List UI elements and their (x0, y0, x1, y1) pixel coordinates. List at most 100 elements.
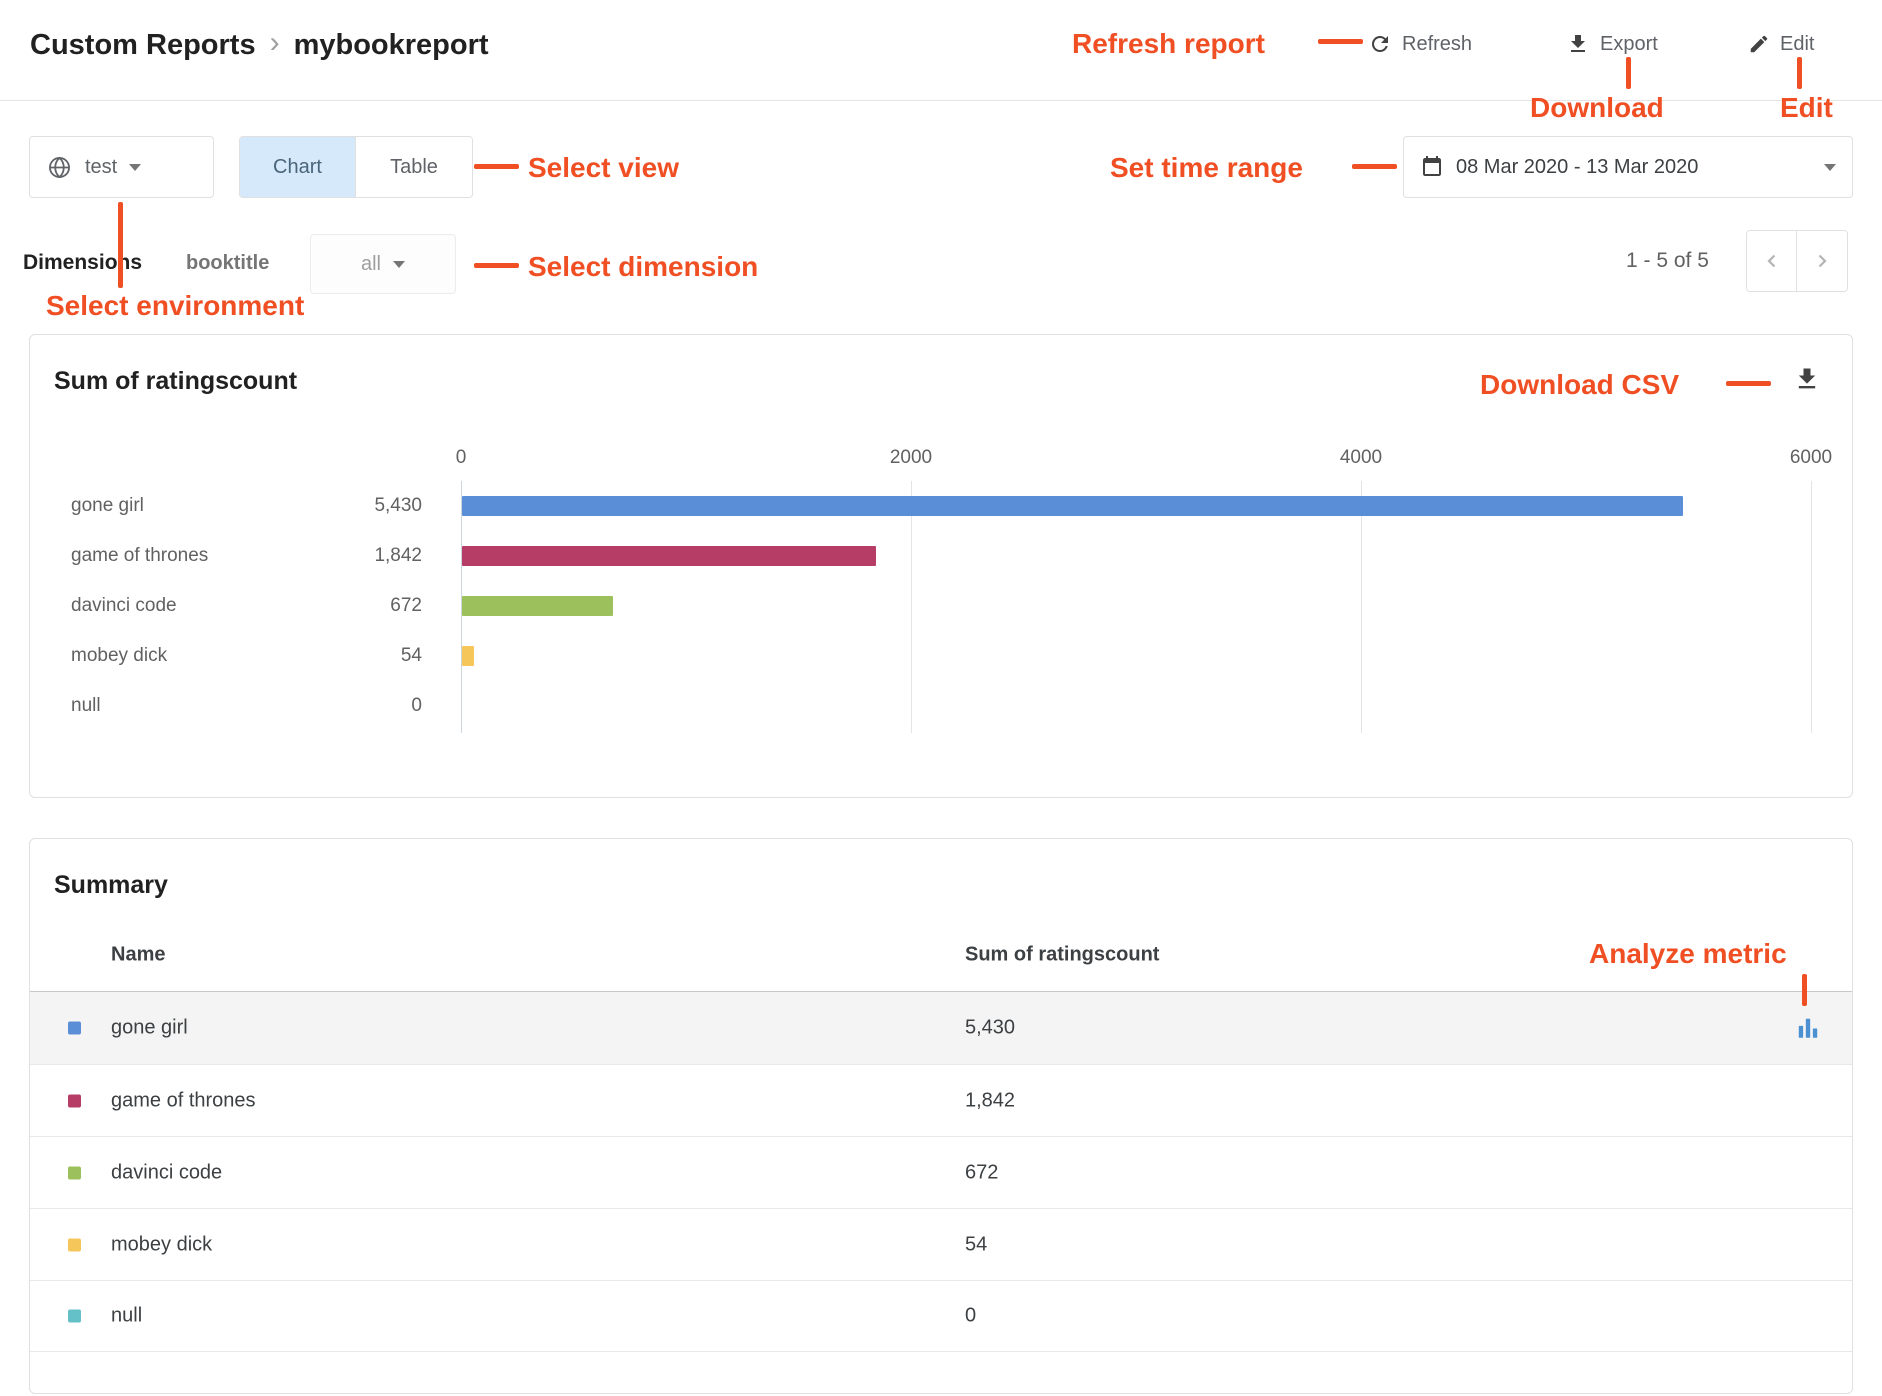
chevron-down-icon (129, 164, 141, 171)
table-row: mobey dick 54 (30, 1208, 1852, 1280)
chart-value-label: 0 (282, 695, 422, 717)
globe-icon (46, 154, 73, 181)
breadcrumb-chevron-icon: › (270, 26, 280, 60)
column-header-name: Name (111, 944, 165, 967)
edit-button[interactable]: Edit (1748, 24, 1814, 64)
tab-chart[interactable]: Chart (240, 137, 356, 197)
annotation-select-dimension: Select dimension (528, 251, 758, 283)
chevron-right-icon (1810, 249, 1834, 273)
pencil-icon (1748, 33, 1770, 55)
column-header-sum: Sum of ratingscount (965, 944, 1159, 967)
annotation-set-time-range: Set time range (1110, 152, 1303, 184)
table-row: null 0 (30, 1280, 1852, 1352)
chart-rows: gone girl 5,430 game of thrones 1,842 da… (30, 481, 1852, 731)
breadcrumb-custom-reports[interactable]: Custom Reports (30, 29, 256, 62)
chart-title: Sum of ratingscount (54, 367, 297, 396)
pagination-next-button[interactable] (1797, 231, 1847, 291)
annotation-line-download-csv (1726, 381, 1771, 386)
annotation-line-select-dimension (474, 263, 519, 268)
table-row: game of thrones 1,842 (30, 1064, 1852, 1136)
annotation-analyze-metric: Analyze metric (1589, 938, 1787, 970)
series-color-swatch (68, 1166, 81, 1179)
chart-row: game of thrones 1,842 (30, 531, 1852, 581)
pagination-controls (1746, 230, 1848, 292)
export-button-label: Export (1600, 33, 1658, 56)
annotation-select-environment: Select environment (46, 290, 304, 322)
dimension-value-dropdown[interactable]: all (310, 234, 456, 294)
row-value: 1,842 (965, 1089, 1015, 1112)
refresh-button-label: Refresh (1402, 33, 1472, 56)
custom-reports-page: Custom Reports › mybookreport Refresh Ex… (0, 0, 1882, 1396)
environment-selector[interactable]: test (29, 136, 214, 198)
chart-row: gone girl 5,430 (30, 481, 1852, 531)
annotation-select-view: Select view (528, 152, 679, 184)
chevron-down-icon (393, 261, 405, 268)
series-color-swatch (68, 1310, 81, 1323)
row-name: mobey dick (111, 1233, 212, 1256)
download-icon (1793, 365, 1821, 393)
table-row: gone girl 5,430 (30, 992, 1852, 1064)
environment-selector-label: test (85, 156, 117, 179)
chart-value-label: 1,842 (282, 545, 422, 567)
chevron-left-icon (1760, 249, 1784, 273)
chart-category-label: game of thrones (71, 545, 208, 567)
date-range-picker[interactable]: 08 Mar 2020 - 13 Mar 2020 (1403, 136, 1853, 198)
dimension-name: booktitle (186, 252, 269, 275)
chart-bar (462, 496, 1683, 516)
bar-chart-icon (1795, 1015, 1821, 1041)
chart-value-label: 5,430 (282, 495, 422, 517)
download-icon (1566, 32, 1590, 56)
view-toggle: Chart Table (239, 136, 473, 198)
annotation-download-csv: Download CSV (1480, 369, 1679, 401)
annotation-line-edit (1797, 57, 1802, 89)
refresh-button[interactable]: Refresh (1368, 24, 1472, 64)
x-axis-tick: 2000 (871, 447, 951, 469)
summary-title: Summary (54, 871, 168, 900)
chart-value-label: 54 (282, 645, 422, 667)
breadcrumb: Custom Reports › mybookreport (30, 28, 489, 62)
row-name: davinci code (111, 1161, 222, 1184)
date-range-value: 08 Mar 2020 - 13 Mar 2020 (1456, 156, 1812, 179)
summary-card: Summary Name Sum of ratingscount gone gi… (29, 838, 1853, 1394)
annotation-refresh-report: Refresh report (1072, 28, 1265, 60)
summary-table-body: gone girl 5,430 game of thrones 1,842 da… (30, 992, 1852, 1352)
refresh-icon (1368, 32, 1392, 56)
chart-row: mobey dick 54 (30, 631, 1852, 681)
annotation-edit: Edit (1780, 92, 1833, 124)
annotation-download: Download (1530, 92, 1664, 124)
chart-bar (462, 596, 613, 616)
row-name: game of thrones (111, 1089, 256, 1112)
row-value: 672 (965, 1161, 998, 1184)
download-csv-button[interactable] (1793, 365, 1821, 396)
x-axis-tick: 4000 (1321, 447, 1401, 469)
tab-table[interactable]: Table (356, 137, 472, 197)
annotation-line-refresh (1318, 39, 1363, 44)
chart-bar (462, 646, 474, 666)
chevron-down-icon (1824, 164, 1836, 171)
chart-category-label: null (71, 695, 101, 717)
row-value: 54 (965, 1233, 987, 1256)
chart-category-label: gone girl (71, 495, 144, 517)
chart-category-label: mobey dick (71, 645, 167, 667)
pagination-prev-button[interactable] (1747, 231, 1797, 291)
table-row: davinci code 672 (30, 1136, 1852, 1208)
chart-row: null 0 (30, 681, 1852, 731)
x-axis-tick: 6000 (1771, 447, 1851, 469)
chart-card: Sum of ratingscount 0 2000 4000 6000 gon… (29, 334, 1853, 798)
calendar-icon (1420, 155, 1444, 179)
chart-value-label: 672 (282, 595, 422, 617)
annotation-line-analyze-metric (1802, 974, 1807, 1006)
row-name: null (111, 1305, 142, 1328)
annotation-line-select-view (474, 164, 519, 169)
summary-table-header: Name Sum of ratingscount (30, 919, 1852, 992)
chart-row: davinci code 672 (30, 581, 1852, 631)
breadcrumb-current-report: mybookreport (294, 29, 489, 62)
dimensions-label: Dimensions (23, 251, 142, 275)
analyze-metric-button[interactable] (1795, 1015, 1821, 1041)
dimension-value-label: all (361, 253, 381, 276)
export-button[interactable]: Export (1566, 24, 1658, 64)
annotation-line-download (1626, 57, 1631, 89)
annotation-line-select-environment (118, 202, 123, 288)
chart-bar (462, 546, 876, 566)
edit-button-label: Edit (1780, 33, 1814, 56)
